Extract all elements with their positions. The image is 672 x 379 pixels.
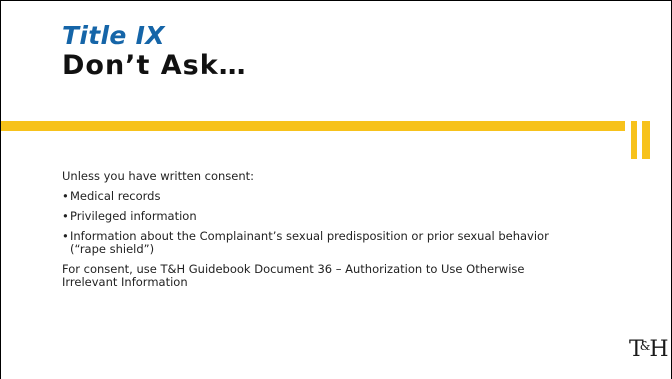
- bullet-dot: •: [62, 229, 69, 243]
- bullet-item: • Privileged information: [62, 210, 582, 223]
- closing-text: For consent, use T&H Guidebook Document …: [62, 262, 525, 289]
- bullet-dot: •: [62, 189, 69, 203]
- accent-bar-segment: [631, 121, 637, 159]
- slide-subtitle: Title IX: [62, 21, 165, 50]
- logo-letter-h: H: [649, 337, 668, 362]
- bullet-item: • Information about the Complainant’s se…: [62, 230, 582, 256]
- th-logo: T&H: [629, 337, 669, 362]
- bullet-text: Medical records: [70, 189, 161, 203]
- accent-bar: [1, 121, 625, 131]
- slide: Title IX Don’t Ask… Unless you have writ…: [0, 0, 672, 379]
- slide-body: Unless you have written consent: • Medic…: [62, 170, 582, 296]
- bullet-item: • Medical records: [62, 190, 582, 203]
- accent-bar-segment: [642, 121, 650, 159]
- intro-text: Unless you have written consent:: [62, 169, 255, 183]
- slide-title: Don’t Ask…: [62, 50, 247, 81]
- bullet-dot: •: [62, 209, 69, 223]
- logo-ampersand: &: [639, 339, 651, 353]
- bullet-text: Information about the Complainant’s sexu…: [70, 229, 549, 256]
- bullet-text: Privileged information: [70, 209, 197, 223]
